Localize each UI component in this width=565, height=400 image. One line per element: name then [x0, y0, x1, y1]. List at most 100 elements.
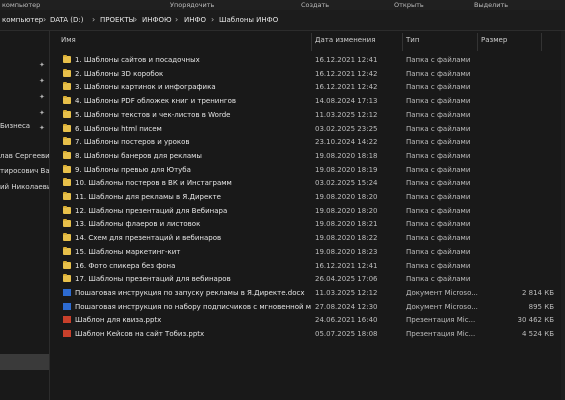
chevron-right-icon: › [134, 15, 138, 24]
file-size: 4 524 КБ [521, 330, 554, 338]
file-name: 9. Шаблоны превью для Ютуба [75, 165, 191, 174]
file-type: Папка с файлами [406, 275, 471, 284]
pin-icon[interactable]: ✦ [39, 94, 46, 101]
navigation-pane: ✦ ✦ ✦ ✦ ✦ Бизнеса лав Сергеевич тиросови… [0, 31, 50, 400]
folder-icon [63, 109, 71, 118]
file-date: 14.08.2024 17:13 [315, 97, 378, 106]
file-date: 27.08.2024 12:30 [315, 302, 378, 311]
file-date: 16.12.2021 12:42 [315, 69, 378, 78]
column-divider[interactable] [402, 33, 403, 51]
file-name: Пошаговая инструкция по запуску рекламы … [75, 288, 305, 297]
file-row[interactable]: 15. Шаблоны маркетинг-кит 19.08.2020 18:2… [54, 246, 565, 259]
file-row[interactable]: 16. Фото спикера без фона 16.12.2021 12:4… [54, 260, 565, 273]
nav-item-business[interactable]: Бизнеса [0, 122, 30, 130]
pin-icon[interactable]: ✦ [39, 110, 46, 117]
breadcrumb-info[interactable]: ИНФО [184, 16, 206, 24]
folder-icon [63, 96, 71, 105]
breadcrumb-projects[interactable]: ПРОЕКТЫ [100, 16, 135, 24]
breadcrumb-infoyu[interactable]: ИНФОЮ [142, 16, 172, 24]
file-row[interactable]: 8. Шаблоны банеров для рекламы 19.08.2020… [54, 150, 565, 163]
pin-icon[interactable]: ✦ [39, 125, 46, 132]
column-divider[interactable] [541, 33, 542, 51]
file-name: 17. Шаблоны презентаций для вебинаров [75, 275, 231, 284]
file-row[interactable]: 17. Шаблоны презентаций для вебинаров 26.… [54, 273, 565, 286]
file-date: 11.03.2025 12:12 [315, 110, 378, 119]
file-type: Папка с файлами [406, 165, 471, 174]
file-row[interactable]: 4. Шаблоны PDF обложек книг и тренингов 1… [54, 95, 565, 108]
file-date: 16.12.2021 12:41 [315, 261, 378, 270]
column-header-date[interactable]: Дата изменения [315, 36, 375, 44]
folder-icon [63, 246, 71, 255]
file-type: Документ Microso... [406, 288, 478, 297]
pin-icon[interactable]: ✦ [39, 62, 46, 69]
file-name: 16. Фото спикера без фона [75, 261, 176, 270]
file-row[interactable]: Пошаговая инструкция по набору подписчик… [54, 301, 565, 314]
chevron-right-icon: › [175, 15, 179, 24]
file-row[interactable]: 1. Шаблоны сайтов и посадочных 16.12.2021… [54, 54, 565, 67]
file-row[interactable]: 14. Схем для презентаций и вебинаров 19.0… [54, 232, 565, 245]
file-row[interactable]: 3. Шаблоны картинок и инфографика 16.12.2… [54, 81, 565, 94]
folder-icon [63, 164, 71, 173]
file-name: 15. Шаблоны маркетинг-кит [75, 247, 181, 256]
file-row[interactable]: 11. Шаблоны для рекламы в Я.Директе 19.08… [54, 191, 565, 204]
folder-icon [63, 260, 71, 269]
file-date: 05.07.2025 18:08 [315, 330, 378, 338]
nav-selected-item[interactable] [0, 354, 49, 370]
file-type: Папка с файлами [406, 69, 471, 78]
folder-icon [63, 233, 71, 242]
file-type: Папка с файлами [406, 124, 471, 133]
chevron-right-icon: › [43, 15, 47, 24]
ribbon-create[interactable]: Создать [301, 0, 329, 10]
file-name: 12. Шаблоны презентаций для Вебинара [75, 206, 228, 215]
file-size: 30 462 КБ [517, 316, 555, 325]
file-date: 19.08.2020 18:21 [315, 220, 378, 229]
breadcrumb-drive[interactable]: DATA (D:) [50, 16, 83, 24]
file-date: 19.08.2020 18:18 [315, 151, 378, 160]
file-type: Папка с файлами [406, 56, 471, 64]
folder-icon [63, 150, 71, 159]
vertical-scrollbar[interactable] [561, 31, 565, 400]
file-row[interactable]: 9. Шаблоны превью для Ютуба 19.08.2020 18… [54, 164, 565, 177]
file-type: Папка с файлами [406, 138, 471, 147]
file-row[interactable]: 7. Шаблоны постеров и уроков 23.10.2024 1… [54, 136, 565, 149]
pin-icon[interactable]: ✦ [39, 78, 46, 85]
nav-item-user-1[interactable]: лав Сергеевич [0, 152, 49, 160]
file-size: 2 814 КБ [521, 288, 554, 297]
column-header-type[interactable]: Тип [406, 36, 419, 44]
column-header-size[interactable]: Размер [481, 36, 507, 44]
file-row[interactable]: Шаблон Кейсов на сайт Тобиз.pptx 05.07.20… [54, 328, 565, 341]
folder-icon [63, 205, 71, 214]
file-type: Папка с файлами [406, 83, 471, 92]
file-name: Шаблон для квиза.pptx [75, 316, 162, 325]
file-name: Шаблон Кейсов на сайт Тобиз.pptx [75, 330, 205, 338]
column-divider[interactable] [477, 33, 478, 51]
ribbon-open[interactable]: Открыть [394, 0, 424, 10]
nav-item-user-2[interactable]: тиросович Вар [0, 167, 49, 175]
folder-icon [63, 192, 71, 200]
file-row[interactable]: 5. Шаблоны текстов и чек-листов в Worde 1… [54, 109, 565, 122]
file-row[interactable]: 10. Шаблоны постеров в ВК и Инстаграмм 03… [54, 177, 565, 190]
nav-item-user-3[interactable]: ий Николаевич [0, 183, 49, 191]
file-row[interactable]: 13. Шаблоны флаеров и листовок 19.08.2020… [54, 218, 565, 231]
breadcrumb-current[interactable]: Шаблоны ИНФО [219, 16, 278, 24]
file-name: 4. Шаблоны PDF обложек книг и тренингов [75, 97, 237, 106]
file-row[interactable]: Пошаговая инструкция по запуску рекламы … [54, 287, 565, 300]
breadcrumb-computer[interactable]: компьютер [2, 16, 43, 24]
file-name: 7. Шаблоны постеров и уроков [75, 138, 190, 147]
file-date: 19.08.2020 18:22 [315, 234, 378, 243]
file-date: 23.10.2024 14:22 [315, 138, 378, 147]
ribbon-select[interactable]: Выделить [474, 0, 508, 10]
file-size: 895 КБ [528, 302, 554, 311]
file-row[interactable]: 12. Шаблоны презентаций для Вебинара 19.0… [54, 205, 565, 218]
address-bar[interactable]: компьютер › DATA (D:) › ПРОЕКТЫ › ИНФОЮ … [0, 10, 565, 31]
file-row[interactable]: 6. Шаблоны html писем 03.02.2025 23:25 Пап… [54, 123, 565, 136]
column-divider[interactable] [311, 33, 312, 51]
file-row[interactable]: Шаблон для квиза.pptx 24.06.2021 16:40 Пре… [54, 314, 565, 327]
folder-icon [63, 68, 71, 77]
file-date: 16.12.2021 12:42 [315, 83, 378, 92]
ribbon-organize[interactable]: Упорядочить [170, 0, 214, 10]
file-type: Документ Microso... [406, 302, 478, 311]
column-header-name[interactable]: Имя [61, 36, 76, 44]
file-row[interactable]: 2. Шаблоны 3D коробок 16.12.2021 12:42 Пап… [54, 68, 565, 81]
file-type: Папка с файлами [406, 234, 471, 243]
